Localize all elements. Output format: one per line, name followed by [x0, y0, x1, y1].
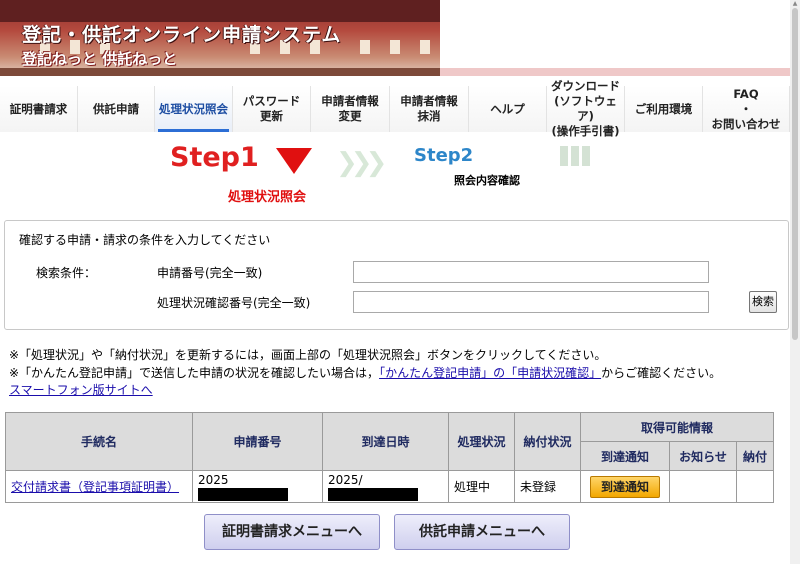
- note-kantan-application: ※「かんたん登記申請」で送信した申請の状況を確認したい場合は，「かんたん登記申請…: [9, 364, 721, 381]
- kantan-status-link[interactable]: 「かんたん登記申請」の「申請状況確認」: [379, 366, 601, 380]
- results-table: 手続名 申請番号 到達日時 処理状況 納付状況 取得可能情報 到達通知 お知らせ…: [5, 412, 774, 503]
- progress-bars-icon: [560, 146, 593, 169]
- note2-prefix: ※「かんたん登記申請」で送信した申請の状況を確認したい場合は，: [9, 366, 380, 380]
- header-procedure: 手続名: [5, 412, 193, 471]
- main-nav: 証明書請求 供託申請 処理状況照会 パスワード 更新 申請者情報 変更 申請者情…: [0, 79, 790, 138]
- step2-heading: Step2: [414, 145, 474, 166]
- header-available-info: 取得可能情報: [580, 412, 774, 442]
- notice-cell: [669, 470, 737, 503]
- certificate-menu-button[interactable]: 証明書請求メニューへ: [204, 514, 380, 550]
- status-check-number-input[interactable]: [353, 291, 709, 313]
- header-status: 処理状況: [448, 412, 515, 471]
- nav-deposit-application[interactable]: 供託申請: [78, 86, 155, 132]
- site-title: 登記・供託オンライン申請システム: [22, 24, 342, 46]
- table-row: 交付請求書（登記事項証明書） 2025 2025/ 処理中 未登録 到達通知: [5, 470, 774, 503]
- arrival-notice-button[interactable]: 到達通知: [590, 475, 660, 498]
- nav-status-inquiry[interactable]: 処理状況照会: [155, 86, 233, 132]
- scrollbar-thumb[interactable]: [792, 8, 798, 340]
- header-arrival-notice: 到達通知: [580, 441, 670, 471]
- header-notice: お知らせ: [669, 441, 737, 471]
- nav-download[interactable]: ダウンロード (ソフトウェア) (操作手引書): [547, 79, 625, 138]
- down-arrow-icon: [276, 148, 312, 174]
- header-payment-status: 納付状況: [514, 412, 581, 471]
- nav-help[interactable]: ヘルプ: [469, 86, 547, 132]
- nav-password-update[interactable]: パスワード 更新: [233, 86, 311, 132]
- deposit-menu-button[interactable]: 供託申請メニューへ: [394, 514, 570, 550]
- nav-faq-contact[interactable]: FAQ ・ お問い合わせ: [703, 86, 790, 132]
- search-condition-label: 検索条件：: [36, 266, 97, 280]
- nav-environment[interactable]: ご利用環境: [625, 86, 703, 132]
- smartphone-site-link[interactable]: スマートフォン版サイトへ: [9, 381, 153, 398]
- nav-applicant-delete[interactable]: 申請者情報 抹消: [390, 86, 469, 132]
- nav-applicant-change[interactable]: 申請者情報 変更: [311, 86, 390, 132]
- scroll-up-icon[interactable]: ▲: [792, 0, 798, 7]
- status-check-number-label: 処理状況確認番号(完全一致): [157, 296, 311, 310]
- header-arrival-date: 到達日時: [322, 412, 449, 471]
- step1-label: 処理状況照会: [228, 190, 307, 205]
- note-update-status: ※「処理状況」や「納付状況」を更新するには，画面上部の「処理状況照会」ボタンをク…: [9, 348, 607, 362]
- note2-suffix: からご確認ください。: [601, 366, 722, 380]
- payment-cell: [736, 470, 774, 503]
- nav-certificate-request[interactable]: 証明書請求: [0, 86, 78, 132]
- step2-label: 照会内容確認: [454, 174, 520, 187]
- payment-status-cell: 未登録: [514, 470, 581, 503]
- arrival-date-cell: 2025/: [328, 472, 363, 487]
- application-number-label: 申請番号(完全一致): [157, 266, 263, 280]
- site-header: 登記・供託オンライン申請システム 登記ねっと 供託ねっと: [0, 0, 790, 76]
- redacted-block: [198, 487, 288, 501]
- step1-heading: Step1: [170, 142, 259, 173]
- header-payment: 納付: [736, 441, 774, 471]
- procedure-link[interactable]: 交付請求書（登記事項証明書）: [11, 480, 179, 494]
- header-application-number: 申請番号: [192, 412, 323, 471]
- search-button[interactable]: 検索: [749, 291, 777, 313]
- status-cell: 処理中: [448, 470, 515, 503]
- banner-image: 登記・供託オンライン申請システム 登記ねっと 供託ねっと: [0, 0, 440, 76]
- redacted-block: [328, 487, 418, 501]
- site-subtitle: 登記ねっと 供託ねっと: [22, 50, 178, 68]
- chevron-right-icon: ❯❯❯: [336, 148, 387, 178]
- application-number-input[interactable]: [353, 261, 709, 283]
- search-caption: 確認する申請・請求の条件を入力してください: [19, 233, 271, 247]
- application-number-cell: 2025: [198, 472, 229, 487]
- search-panel: 確認する申請・請求の条件を入力してください 検索条件： 申請番号(完全一致) 処…: [4, 220, 789, 330]
